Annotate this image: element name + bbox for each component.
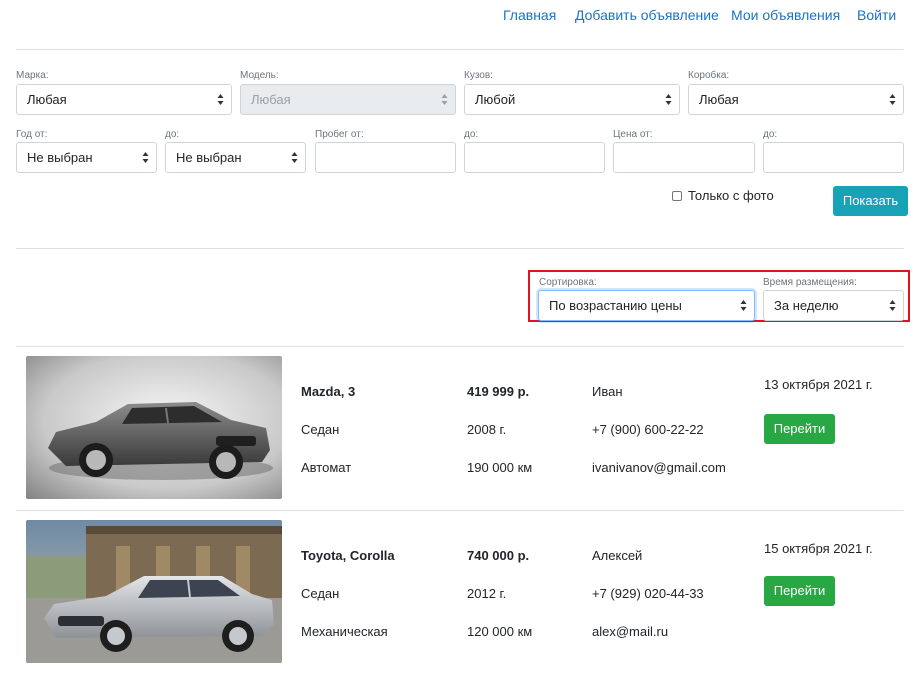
gearbox-label: Коробка: [688,70,730,81]
select-arrows-icon [441,93,448,106]
listing-card: Toyota, Corolla 740 000 р. Алексей 15 ок… [16,510,904,674]
gearbox-select[interactable]: Любая [688,84,904,115]
year-to-select-value: Не выбран [176,150,242,165]
select-arrows-icon [665,93,672,106]
select-arrows-icon [889,299,896,312]
listing-mileage: 190 000 км [467,460,533,475]
body-type-select[interactable]: Любой [464,84,680,115]
posting-time-label: Время размещения: [763,277,857,288]
nav-my-listings-link[interactable]: Мои объявления [731,7,840,23]
price-to-label: до: [763,129,778,140]
sort-select[interactable]: По возрастанию цены [538,290,755,321]
nav-login-link[interactable]: Войти [857,7,896,23]
price-from-input[interactable] [613,142,755,173]
show-button[interactable]: Показать [833,186,908,216]
model-select-value: Любая [251,92,291,107]
car-photo[interactable] [26,520,282,663]
listing-title: Toyota, Corolla [301,548,395,563]
listing-date: 15 октября 2021 г. [764,541,873,556]
divider [16,248,904,249]
model-select: Любая [240,84,456,115]
select-arrows-icon [889,93,896,106]
year-from-label: Год от: [16,129,48,140]
listing-seller: Алексей [592,548,643,563]
mileage-from-input[interactable] [315,142,456,173]
go-button[interactable]: Перейти [764,576,835,606]
photo-only-checkbox[interactable] [672,190,682,201]
posting-time-select[interactable]: За неделю [763,290,904,321]
price-from-label: Цена от: [613,129,653,140]
select-arrows-icon [740,299,747,312]
listing-year: 2008 г. [467,422,507,437]
listing-phone: +7 (900) 600-22-22 [592,422,704,437]
nav-add-listing-link[interactable]: Добавить объявление [575,7,719,23]
select-arrows-icon [142,151,149,164]
sort-label: Сортировка: [539,277,597,288]
listing-transmission: Автомат [301,460,352,475]
model-label: Модель: [240,70,279,81]
listing-body-type: Седан [301,586,340,601]
listing-transmission: Механическая [301,624,388,639]
body-type-select-value: Любой [475,92,516,107]
year-to-select[interactable]: Не выбран [165,142,306,173]
select-arrows-icon [217,93,224,106]
listing-body-type: Седан [301,422,340,437]
body-type-label: Кузов: [464,70,493,81]
listing-seller: Иван [592,384,623,399]
year-from-select-value: Не выбран [27,150,93,165]
listing-mileage: 120 000 км [467,624,533,639]
sort-select-value: По возрастанию цены [549,298,682,313]
gearbox-select-value: Любая [699,92,739,107]
listing-title: Mazda, 3 [301,384,356,399]
car-photo[interactable] [26,356,282,499]
select-arrows-icon [291,151,298,164]
listing-year: 2012 г. [467,586,507,601]
mileage-to-input[interactable] [464,142,605,173]
listing-phone: +7 (929) 020-44-33 [592,586,704,601]
listing-email: ivanivanov@gmail.com [592,460,726,475]
top-nav: Главная Добавить объявление Мои объявлен… [0,0,913,30]
listing-email: alex@mail.ru [592,624,669,639]
nav-home-link[interactable]: Главная [503,7,556,23]
brand-label: Марка: [16,70,49,81]
divider [16,49,904,50]
mileage-to-label: до: [464,129,479,140]
listing-price: 419 999 р. [467,384,530,399]
listing-date: 13 октября 2021 г. [764,377,873,392]
year-from-select[interactable]: Не выбран [16,142,157,173]
year-to-label: до: [165,129,180,140]
mileage-from-label: Пробег от: [315,129,364,140]
listing-price: 740 000 р. [467,548,530,563]
brand-select[interactable]: Любая [16,84,232,115]
price-to-input[interactable] [763,142,904,173]
go-button[interactable]: Перейти [764,414,835,444]
posting-time-select-value: За неделю [774,298,839,313]
listing-card: Mazda, 3 419 999 р. Иван 13 октября 2021… [16,346,904,510]
photo-only-option[interactable]: Только с фото [672,188,774,203]
brand-select-value: Любая [27,92,67,107]
photo-only-label: Только с фото [688,188,774,203]
